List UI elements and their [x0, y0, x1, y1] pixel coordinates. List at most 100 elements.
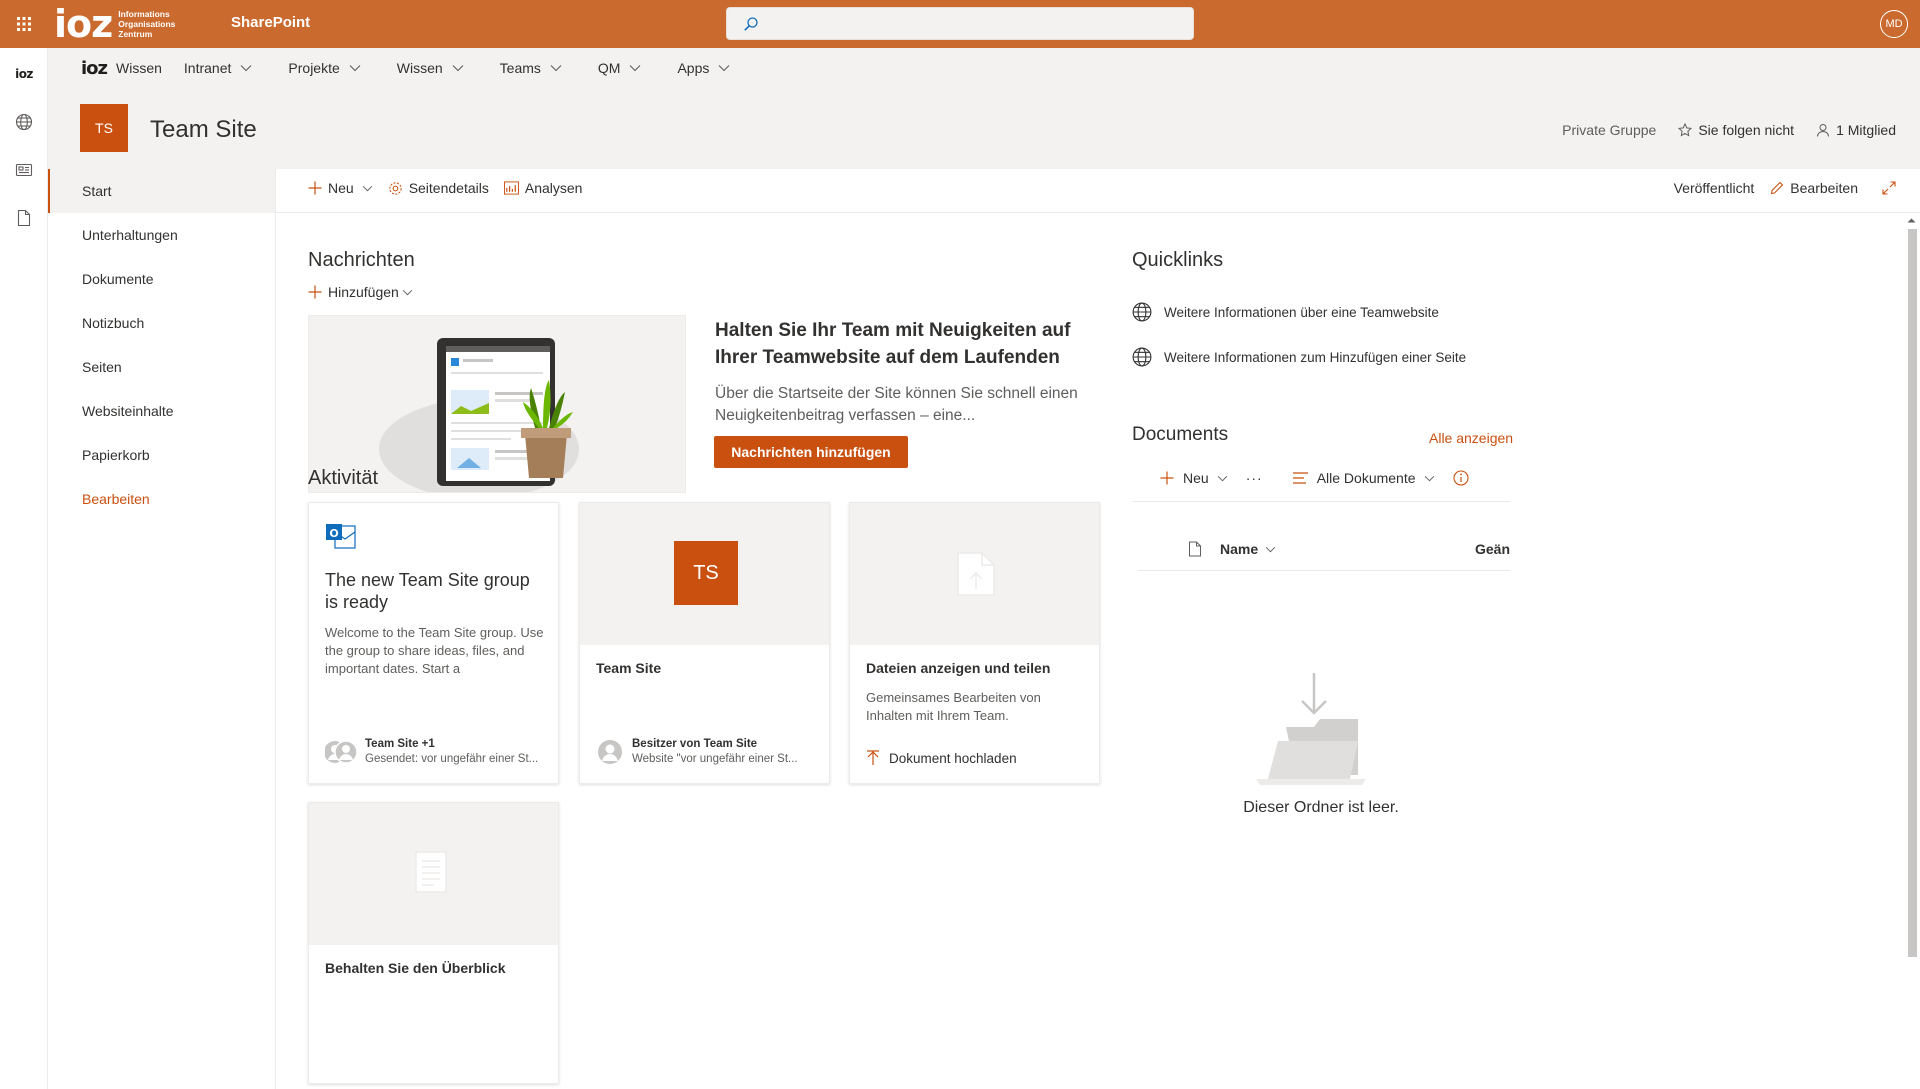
- hub-item-label: Wissen: [396, 60, 443, 76]
- news-description: Über die Startseite der Site können Sie …: [715, 385, 1078, 424]
- column-name-header[interactable]: Name: [1220, 541, 1276, 557]
- group-type-label: Private Gruppe: [1562, 122, 1657, 138]
- scrollbar-thumb[interactable]: [1908, 229, 1917, 957]
- nav-item-papierkorb[interactable]: Papierkorb: [48, 433, 275, 477]
- globe-icon[interactable]: [0, 102, 48, 142]
- activity-card[interactable]: Dateien anzeigen und teilen Gemeinsames …: [849, 502, 1100, 784]
- hub-item-label: Projekte: [288, 60, 340, 76]
- globe-icon: [1132, 347, 1152, 367]
- card-text: Gemeinsames Bearbeiten von Inhalten mit …: [866, 690, 1041, 723]
- expand-icon[interactable]: [1882, 181, 1896, 195]
- card-meta: Website "vor ungefähr einer St...: [632, 753, 798, 765]
- pencil-icon: [1771, 181, 1784, 195]
- quicklink-item[interactable]: Weitere Informationen zum Hinzufügen ein…: [1132, 347, 1466, 367]
- hub-item-wissen[interactable]: Wissen: [397, 60, 464, 76]
- edit-page-label: Bearbeiten: [1790, 180, 1858, 196]
- gear-icon: [389, 181, 402, 195]
- news-add-label: Hinzufügen: [328, 284, 399, 300]
- activity-card[interactable]: TS Team Site Besitzer von Team Site Webs…: [579, 502, 830, 784]
- follow-button[interactable]: Sie folgen nicht: [1678, 122, 1794, 138]
- publish-status: Veröffentlicht: [1673, 180, 1755, 196]
- empty-folder-illustration: [1256, 669, 1386, 785]
- nav-edit-link[interactable]: Bearbeiten: [48, 477, 275, 521]
- app-launcher-icon[interactable]: [8, 8, 40, 40]
- app-name[interactable]: SharePoint: [231, 14, 310, 31]
- documents-view-label: Alle Dokumente: [1316, 470, 1416, 486]
- upload-file-icon: [957, 552, 995, 596]
- brand-subtitle: Informations Organisations Zentrum: [118, 9, 175, 39]
- column-modified-header[interactable]: Geän: [1475, 541, 1510, 557]
- plus-icon: [308, 181, 322, 195]
- site-thumbnail: TS: [674, 541, 738, 605]
- hub-item-teams[interactable]: Teams: [500, 60, 562, 76]
- card-preview: TS: [580, 503, 829, 645]
- chevron-down-icon: [402, 289, 413, 295]
- nav-item-websiteinhalte[interactable]: Websiteinhalte: [48, 389, 275, 433]
- news-headline: Halten Sie Ihr Team mit Neuigkeiten auf …: [715, 320, 1071, 368]
- documents-new-button[interactable]: Neu: [1160, 470, 1228, 486]
- edit-page-button[interactable]: Bearbeiten: [1770, 180, 1858, 196]
- document-icon[interactable]: [0, 198, 48, 238]
- quicklink-item[interactable]: Weitere Informationen über eine Teamwebs…: [1132, 302, 1439, 322]
- activity-title: Aktivität: [308, 467, 379, 489]
- person-icon: [1817, 124, 1830, 137]
- chevron-down-icon: [550, 65, 562, 72]
- analytics-button[interactable]: Analysen: [503, 180, 582, 196]
- chevron-down-icon: [349, 65, 361, 72]
- hub-navigation: ioz Wissen Intranet Projekte Wissen Team…: [48, 48, 1920, 88]
- hub-item-label: Apps: [677, 60, 710, 76]
- card-meta: Gesendet: vor ungefähr einer St...: [365, 753, 539, 765]
- card-author: Besitzer von Team Site: [632, 738, 758, 750]
- appbar-home-logo[interactable]: ioz: [0, 54, 48, 94]
- brand-sub-line: Informations: [118, 9, 170, 19]
- hub-item-projekte[interactable]: Projekte: [288, 60, 361, 76]
- brand-logo-text: ioz: [54, 2, 113, 46]
- news-add-button[interactable]: Hinzufügen: [308, 284, 413, 300]
- hub-item-intranet[interactable]: Intranet: [184, 60, 252, 76]
- nav-item-start[interactable]: Start: [48, 169, 275, 213]
- site-title[interactable]: Team Site: [150, 116, 257, 144]
- chevron-down-icon: [719, 65, 730, 72]
- page-details-button[interactable]: Seitendetails: [388, 180, 489, 196]
- brand-logo[interactable]: ioz Informations Organisations Zentrum: [54, 3, 175, 45]
- nav-item-notizbuch[interactable]: Notizbuch: [48, 301, 275, 345]
- site-header: TS Team Site Private Gruppe Sie folgen n…: [48, 88, 1920, 169]
- quicklinks-title: Quicklinks: [1132, 249, 1224, 271]
- user-avatar[interactable]: MD: [1880, 10, 1908, 38]
- documents-list-header: Name Geän: [1132, 539, 1510, 563]
- card-title: The new Team Site group is ready: [325, 570, 530, 612]
- upload-document-link[interactable]: Dokument hochladen: [866, 750, 1096, 766]
- list-view-icon: [1292, 472, 1308, 484]
- news-icon[interactable]: [0, 150, 48, 190]
- activity-card[interactable]: Behalten Sie den Überblick: [308, 802, 559, 1084]
- hub-home-link[interactable]: Wissen: [116, 60, 162, 76]
- search-icon: [743, 16, 759, 32]
- hub-logo[interactable]: ioz: [81, 58, 108, 79]
- add-news-button[interactable]: Nachrichten hinzufügen: [714, 436, 908, 468]
- nav-item-unterhaltungen[interactable]: Unterhaltungen: [48, 213, 275, 257]
- hub-item-qm[interactable]: QM: [598, 60, 642, 76]
- quicklink-label: Weitere Informationen über eine Teamwebs…: [1164, 304, 1439, 320]
- documents-more-button[interactable]: ···: [1246, 470, 1263, 486]
- column-name-label: Name: [1220, 541, 1259, 557]
- activity-card[interactable]: O The new Team Site group is ready Welco…: [308, 502, 559, 784]
- search-input[interactable]: [726, 7, 1194, 40]
- info-icon[interactable]: [1452, 470, 1469, 486]
- nav-item-dokumente[interactable]: Dokumente: [48, 257, 275, 301]
- card-preview: [309, 803, 558, 945]
- globe-icon: [1132, 302, 1152, 322]
- hub-item-label: Intranet: [183, 60, 232, 76]
- documents-see-all-link[interactable]: Alle anzeigen: [1429, 430, 1513, 446]
- members-button[interactable]: 1 Mitglied: [1816, 122, 1896, 138]
- hub-item-apps[interactable]: Apps: [677, 60, 730, 76]
- vertical-scrollbar[interactable]: [1903, 213, 1920, 1089]
- appbar-logo-text: ioz: [15, 67, 33, 81]
- empty-folder-text: Dieser Ordner ist leer.: [1243, 799, 1399, 816]
- documents-view-selector[interactable]: Alle Dokumente: [1292, 470, 1435, 486]
- chevron-down-icon: [1424, 475, 1434, 481]
- new-button[interactable]: Neu: [308, 180, 373, 196]
- site-logo[interactable]: TS: [80, 104, 128, 152]
- chevron-down-icon: [630, 65, 641, 72]
- site-meta: Private Gruppe Sie folgen nicht 1 Mitgli…: [1562, 122, 1896, 138]
- nav-item-seiten[interactable]: Seiten: [48, 345, 275, 389]
